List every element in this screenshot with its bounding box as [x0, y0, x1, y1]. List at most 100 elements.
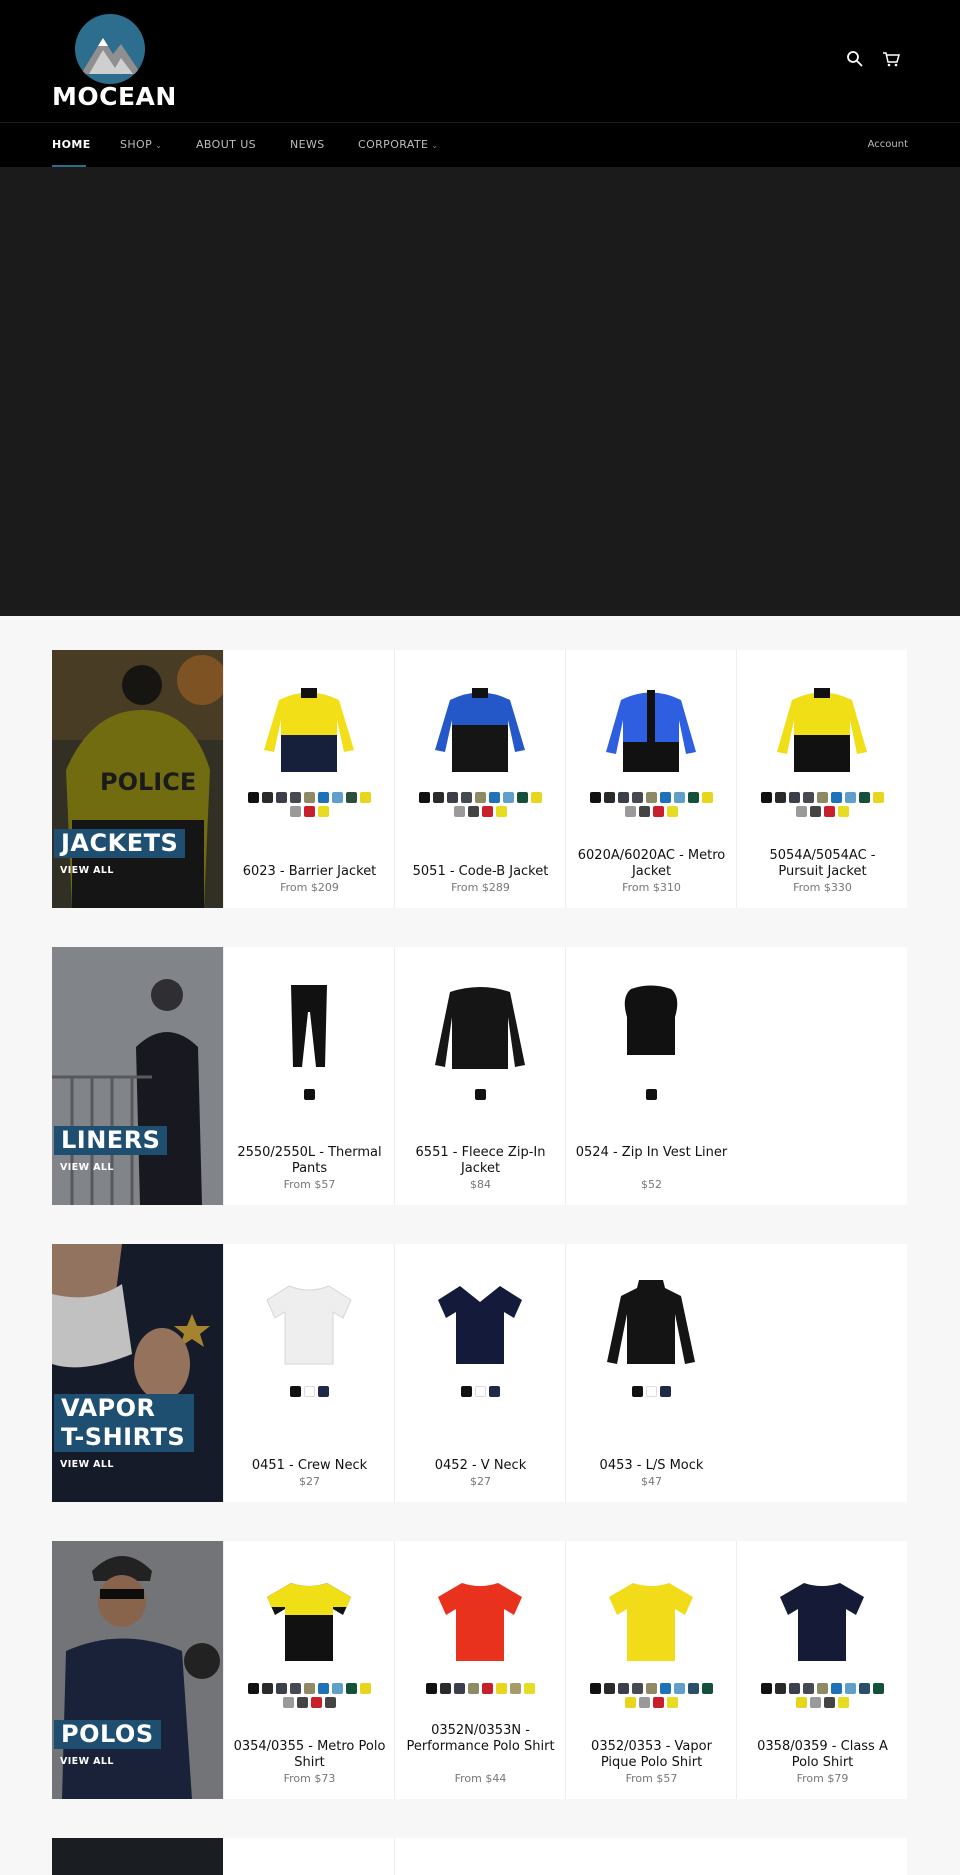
- color-swatch[interactable]: [304, 792, 315, 803]
- product-card[interactable]: 0451 - Crew Neck $27: [223, 1244, 394, 1502]
- color-swatch[interactable]: [632, 792, 643, 803]
- color-swatch[interactable]: [475, 792, 486, 803]
- color-swatch[interactable]: [838, 1697, 849, 1708]
- color-swatch[interactable]: [646, 1386, 657, 1397]
- color-swatch[interactable]: [789, 1683, 800, 1694]
- color-swatch[interactable]: [674, 792, 685, 803]
- color-swatch[interactable]: [761, 1683, 772, 1694]
- color-swatch[interactable]: [632, 1386, 643, 1397]
- color-swatch[interactable]: [775, 792, 786, 803]
- product-card[interactable]: 2550/2550L - Thermal Pants From $57: [223, 947, 394, 1205]
- product-card[interactable]: 0524 - Zip In Vest Liner $52: [565, 947, 736, 1205]
- product-card[interactable]: 6023 - Barrier Jacket From $209: [223, 650, 394, 908]
- color-swatch[interactable]: [304, 806, 315, 817]
- color-swatch[interactable]: [318, 806, 329, 817]
- color-swatch[interactable]: [482, 806, 493, 817]
- color-swatch[interactable]: [660, 792, 671, 803]
- product-card[interactable]: 5054A/5054AC - Pursuit Jacket From $330: [736, 650, 907, 908]
- color-swatch[interactable]: [248, 1683, 259, 1694]
- color-swatch[interactable]: [262, 792, 273, 803]
- product-title[interactable]: 5054A/5054AC - Pursuit Jacket: [745, 848, 900, 880]
- color-swatch[interactable]: [283, 1697, 294, 1708]
- product-title[interactable]: 6020A/6020AC - Metro Jacket: [574, 848, 729, 880]
- color-swatch[interactable]: [276, 792, 287, 803]
- color-swatch[interactable]: [625, 1697, 636, 1708]
- product-card[interactable]: 6020A/6020AC - Metro Jacket From $310: [565, 650, 736, 908]
- color-swatch[interactable]: [318, 792, 329, 803]
- color-swatch[interactable]: [325, 1697, 336, 1708]
- product-title[interactable]: 6023 - Barrier Jacket: [232, 864, 387, 880]
- color-swatch[interactable]: [831, 1683, 842, 1694]
- color-swatch[interactable]: [646, 1089, 657, 1100]
- color-swatch[interactable]: [276, 1683, 287, 1694]
- nav-home[interactable]: HOME: [52, 123, 91, 168]
- color-swatch[interactable]: [440, 1683, 451, 1694]
- color-swatch[interactable]: [639, 1697, 650, 1708]
- color-swatch[interactable]: [796, 1697, 807, 1708]
- color-swatch[interactable]: [489, 792, 500, 803]
- color-swatch[interactable]: [482, 1683, 493, 1694]
- color-swatch[interactable]: [531, 792, 542, 803]
- color-swatch[interactable]: [817, 792, 828, 803]
- nav-corporate[interactable]: CORPORATE ⌄: [358, 123, 439, 168]
- color-swatch[interactable]: [475, 1386, 486, 1397]
- color-swatch[interactable]: [332, 792, 343, 803]
- color-swatch[interactable]: [859, 792, 870, 803]
- view-all-link[interactable]: VIEW ALL: [60, 865, 114, 876]
- color-swatch[interactable]: [510, 1683, 521, 1694]
- color-swatch[interactable]: [304, 1683, 315, 1694]
- color-swatch[interactable]: [660, 1683, 671, 1694]
- color-swatch[interactable]: [489, 1386, 500, 1397]
- color-swatch[interactable]: [604, 1683, 615, 1694]
- color-swatch[interactable]: [660, 1386, 671, 1397]
- color-swatch[interactable]: [419, 792, 430, 803]
- color-swatch[interactable]: [346, 792, 357, 803]
- color-swatch[interactable]: [590, 1683, 601, 1694]
- product-title[interactable]: 5051 - Code-B Jacket: [403, 864, 558, 880]
- color-swatch[interactable]: [632, 1683, 643, 1694]
- color-swatch[interactable]: [318, 1386, 329, 1397]
- cart-icon[interactable]: [882, 50, 900, 68]
- brand-logo[interactable]: MOCEAN: [52, 14, 176, 111]
- color-swatch[interactable]: [604, 792, 615, 803]
- color-swatch[interactable]: [290, 1386, 301, 1397]
- color-swatch[interactable]: [845, 792, 856, 803]
- product-card[interactable]: 0358/0359 - Class A Polo Shirt From $79: [736, 1541, 907, 1799]
- color-swatch[interactable]: [461, 1386, 472, 1397]
- product-title[interactable]: 0451 - Crew Neck: [232, 1458, 387, 1474]
- color-swatch[interactable]: [503, 792, 514, 803]
- color-swatch[interactable]: [803, 792, 814, 803]
- color-swatch[interactable]: [468, 1683, 479, 1694]
- color-swatch[interactable]: [290, 1683, 301, 1694]
- nav-shop[interactable]: SHOP ⌄: [120, 123, 162, 168]
- color-swatch[interactable]: [873, 1683, 884, 1694]
- color-swatch[interactable]: [646, 1683, 657, 1694]
- color-swatch[interactable]: [290, 806, 301, 817]
- product-title[interactable]: 0352N/0353N - Performance Polo Shirt: [403, 1723, 558, 1755]
- color-swatch[interactable]: [845, 1683, 856, 1694]
- product-card[interactable]: 0352N/0353N - Performance Polo Shirt Fro…: [394, 1541, 565, 1799]
- color-swatch[interactable]: [653, 1697, 664, 1708]
- color-swatch[interactable]: [311, 1697, 322, 1708]
- color-swatch[interactable]: [789, 792, 800, 803]
- product-title[interactable]: 0352/0353 - Vapor Pique Polo Shirt: [574, 1739, 729, 1771]
- product-title[interactable]: 0452 - V Neck: [403, 1458, 558, 1474]
- product-title[interactable]: 0354/0355 - Metro Polo Shirt: [232, 1739, 387, 1771]
- color-swatch[interactable]: [775, 1683, 786, 1694]
- collection-banner[interactable]: POLICE JACKETS VIEW ALL: [52, 650, 223, 908]
- product-title[interactable]: 2550/2550L - Thermal Pants: [232, 1145, 387, 1177]
- color-swatch[interactable]: [454, 1683, 465, 1694]
- color-swatch[interactable]: [817, 1683, 828, 1694]
- product-card[interactable]: 0354/0355 - Metro Polo Shirt From $73: [223, 1541, 394, 1799]
- product-card[interactable]: 6551 - Fleece Zip-In Jacket $84: [394, 947, 565, 1205]
- color-swatch[interactable]: [454, 806, 465, 817]
- color-swatch[interactable]: [496, 806, 507, 817]
- color-swatch[interactable]: [838, 806, 849, 817]
- view-all-link[interactable]: VIEW ALL: [60, 1459, 114, 1470]
- color-swatch[interactable]: [667, 1697, 678, 1708]
- color-swatch[interactable]: [639, 806, 650, 817]
- color-swatch[interactable]: [796, 806, 807, 817]
- color-swatch[interactable]: [667, 806, 678, 817]
- color-swatch[interactable]: [702, 1683, 713, 1694]
- product-title[interactable]: 6551 - Fleece Zip-In Jacket: [403, 1145, 558, 1177]
